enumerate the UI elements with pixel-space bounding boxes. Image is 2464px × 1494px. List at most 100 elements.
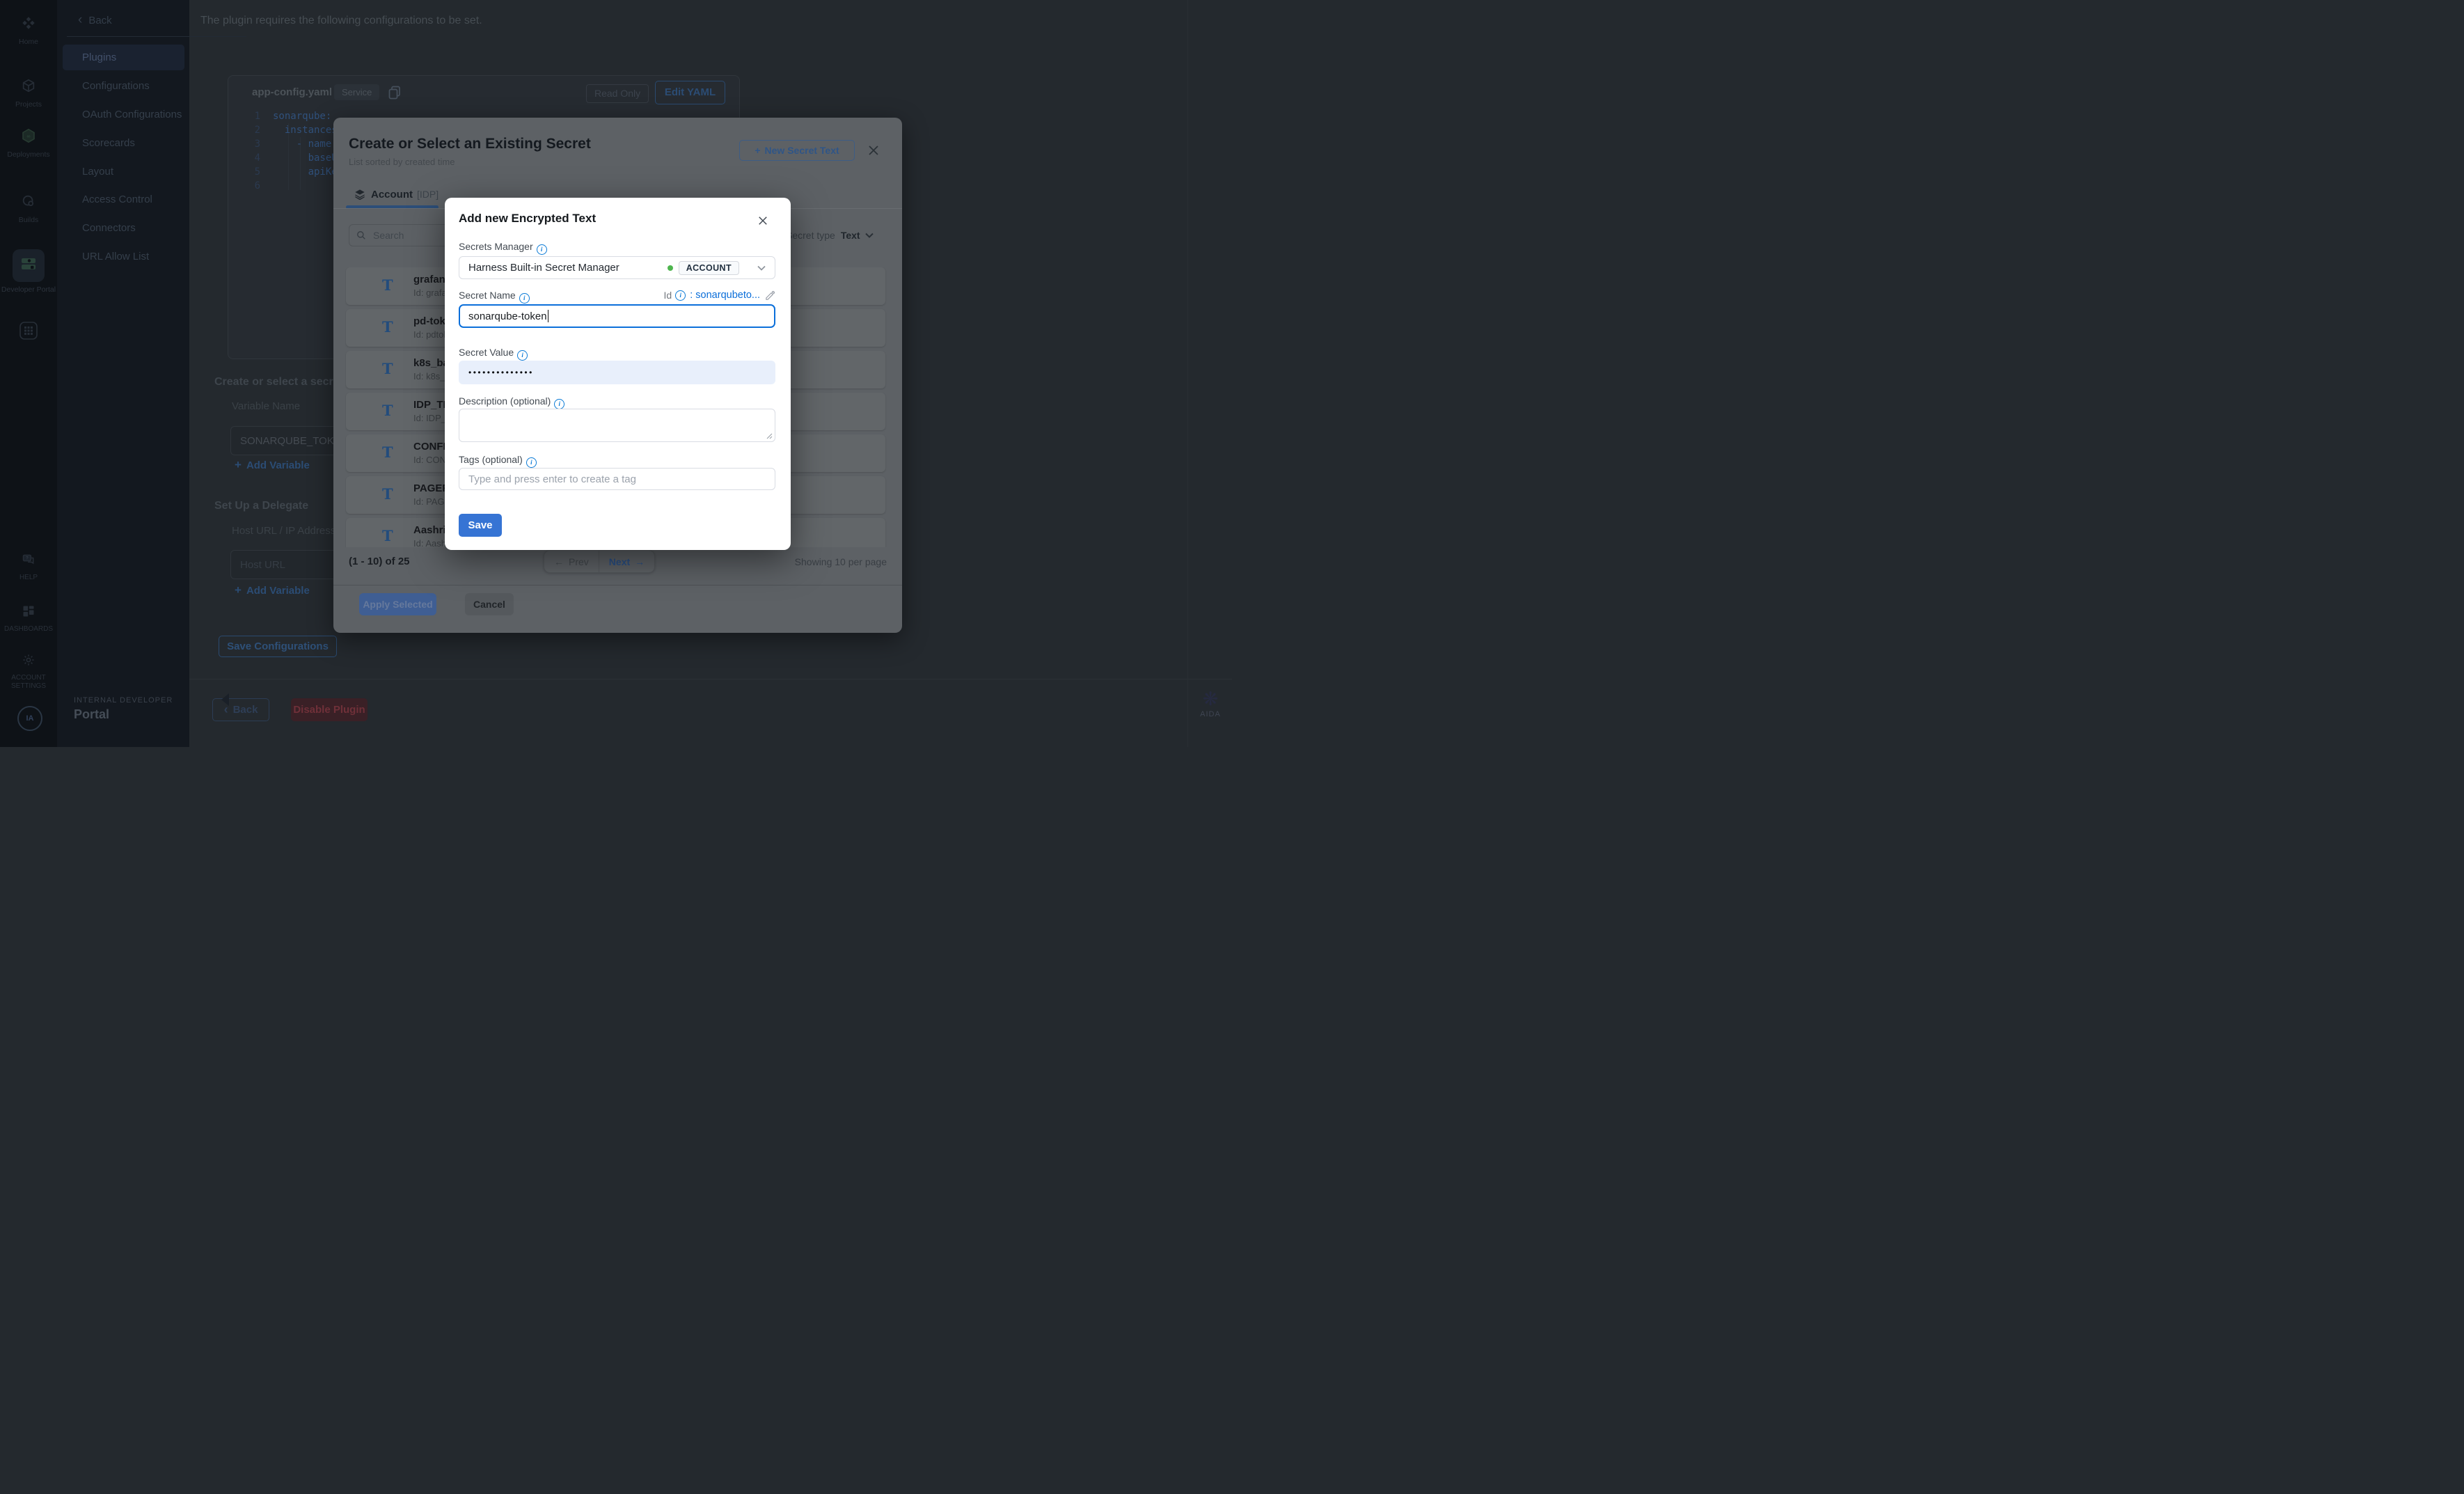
add-variable-label: Add Variable xyxy=(246,459,310,471)
sidebar-item-configurations[interactable]: Configurations xyxy=(63,73,184,99)
label-text: Tags (optional) xyxy=(459,454,523,465)
sidebar-item-label: Plugins xyxy=(82,52,116,63)
sidebar-item-url-allow-list[interactable]: URL Allow List xyxy=(63,244,184,269)
info-icon[interactable]: i xyxy=(526,457,537,468)
copy-icon[interactable] xyxy=(388,86,401,100)
secret-id-link[interactable]: : sonarqubeto... xyxy=(690,290,760,301)
rail-item-label: DASHBOARDS xyxy=(0,625,57,634)
aida-icon: ❋ xyxy=(1203,689,1219,709)
new-secret-text-button[interactable]: + New Secret Text xyxy=(739,140,855,161)
rail-item-label: Developer Portal xyxy=(0,285,57,294)
pagination-range: (1 - 10) of 25 xyxy=(349,556,410,567)
scope-badge: ACCOUNT xyxy=(679,261,739,275)
builds-icon xyxy=(21,194,36,209)
disable-plugin-button[interactable]: Disable Plugin xyxy=(291,698,368,721)
back-button-label: Back xyxy=(233,704,258,716)
secrets-manager-label: Secrets Manageri xyxy=(459,241,547,255)
back-label: Back xyxy=(88,15,111,26)
label-text: Secret Name xyxy=(459,290,516,301)
sidebar-item-account-settings[interactable]: ACCOUNT SETTINGS xyxy=(0,653,57,691)
masked-secret-value: •••••••••••••• xyxy=(468,368,534,377)
tab-account-idp[interactable]: Account [IDP] xyxy=(354,187,439,201)
sidebar-item-label: OAuth Configurations xyxy=(82,109,182,120)
brand-line1: INTERNAL DEVELOPER xyxy=(74,696,173,705)
info-icon[interactable]: i xyxy=(519,293,530,304)
status-dot xyxy=(668,265,673,271)
prev-page-button[interactable]: ← Prev xyxy=(544,551,599,572)
line-numbers: 123456 xyxy=(246,109,260,193)
apps-grid-icon xyxy=(19,322,38,340)
sidebar-divider xyxy=(67,36,246,37)
info-icon[interactable]: i xyxy=(537,244,547,255)
arrow-right-icon: → xyxy=(635,556,645,567)
sidebar-item-dashboards[interactable]: DASHBOARDS xyxy=(0,604,57,634)
tab-label: Account xyxy=(371,189,413,200)
sidebar-item-deployments[interactable]: ∞ Deployments xyxy=(0,128,57,159)
edit-pencil-icon[interactable] xyxy=(765,290,775,301)
secret-name-input[interactable]: sonarqube-token xyxy=(459,304,775,328)
add-variable-label: Add Variable xyxy=(246,585,310,597)
avatar[interactable]: IA xyxy=(17,706,42,731)
apply-selected-button[interactable]: Apply Selected xyxy=(359,593,436,615)
sidebar-item-developer-portal[interactable]: Developer Portal xyxy=(0,249,57,294)
text-secret-icon: T xyxy=(382,526,393,547)
save-button[interactable]: Save xyxy=(459,514,502,537)
tags-input[interactable] xyxy=(459,468,775,490)
text-cursor xyxy=(548,310,549,322)
description-textarea[interactable] xyxy=(459,409,775,442)
sidebar-item-layout[interactable]: Layout xyxy=(63,159,184,184)
home-icon xyxy=(21,15,36,31)
edit-yaml-button[interactable]: Edit YAML xyxy=(655,81,725,104)
projects-icon xyxy=(21,78,36,93)
text-secret-icon: T xyxy=(382,442,393,463)
add-encrypted-text-modal: Add new Encrypted Text Secrets Manageri … xyxy=(445,198,791,550)
yaml-filename: app-config.yaml xyxy=(252,86,332,98)
text-secret-icon: T xyxy=(382,275,393,296)
modal-subtitle: List sorted by created time xyxy=(349,157,455,167)
text-secret-icon: T xyxy=(382,317,393,338)
secret-value-input[interactable]: •••••••••••••• xyxy=(459,361,775,384)
brand-line2: Portal xyxy=(74,707,109,722)
info-icon[interactable]: i xyxy=(517,350,528,361)
add-variable-link[interactable]: + Add Variable xyxy=(235,583,310,597)
modal-title: Add new Encrypted Text xyxy=(459,212,596,226)
sidebar-item-scorecards[interactable]: Scorecards xyxy=(63,130,184,156)
sidebar-item-connectors[interactable]: Connectors xyxy=(63,215,184,241)
sidebar-item-projects[interactable]: Projects xyxy=(0,78,57,109)
sidebar-item-home[interactable]: Home xyxy=(0,15,57,46)
svg-text:?: ? xyxy=(26,556,29,561)
sidebar-item-label: Configurations xyxy=(82,80,150,92)
close-icon[interactable] xyxy=(758,216,768,226)
secrets-manager-select[interactable]: Harness Built-in Secret Manager ACCOUNT xyxy=(459,256,775,279)
label-text: Description (optional) xyxy=(459,395,551,407)
secret-type-dropdown[interactable]: Secret type Text xyxy=(786,228,874,243)
rail-item-label: Deployments xyxy=(0,150,57,159)
info-icon[interactable]: i xyxy=(554,399,564,409)
aida-button[interactable]: ❋ AIDA xyxy=(1188,689,1233,718)
rail-item-label: Projects xyxy=(0,100,57,109)
apps-grid-button[interactable] xyxy=(0,322,57,343)
resize-handle-icon xyxy=(766,433,773,439)
secrets-manager-value: Harness Built-in Secret Manager xyxy=(468,262,619,274)
service-badge: Service xyxy=(334,84,379,100)
save-configurations-button[interactable]: Save Configurations xyxy=(219,636,337,657)
layers-icon xyxy=(354,189,365,200)
back-nav-link[interactable]: ‹ Back xyxy=(78,13,112,28)
sidebar-item-access-control[interactable]: Access Control xyxy=(63,187,184,212)
add-variable-link[interactable]: + Add Variable xyxy=(235,458,310,472)
sidebar-collapse-icon[interactable] xyxy=(221,693,229,706)
secret-name-label: Secret Namei xyxy=(459,290,530,304)
sidebar-item-plugins[interactable]: Plugins xyxy=(63,45,184,70)
next-label: Next xyxy=(609,556,630,567)
cancel-button[interactable]: Cancel xyxy=(465,593,514,615)
sidebar-item-help[interactable]: ? HELP xyxy=(0,553,57,582)
prev-label: Prev xyxy=(569,556,589,567)
sidebar-item-label: Connectors xyxy=(82,222,136,234)
text-secret-icon: T xyxy=(382,400,393,421)
next-page-button[interactable]: Next → xyxy=(599,551,654,572)
read-only-toggle[interactable]: Read Only xyxy=(586,84,649,103)
close-icon[interactable] xyxy=(868,145,879,156)
sidebar-item-builds[interactable]: Builds xyxy=(0,194,57,224)
sidebar-item-oauth-configurations[interactable]: OAuth Configurations xyxy=(63,102,184,127)
info-icon[interactable]: i xyxy=(675,290,686,301)
